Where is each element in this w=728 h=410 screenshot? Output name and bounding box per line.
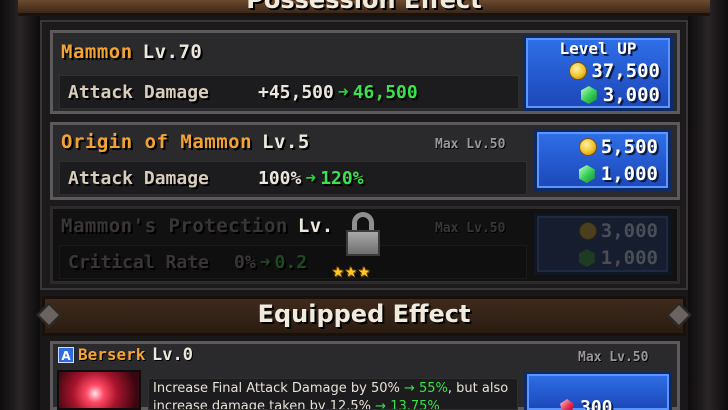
gold-cost: 37,500 [526, 60, 670, 82]
gold-coin-icon [578, 222, 597, 240]
gem-cost: 1,000 [537, 247, 668, 269]
row-title: Origin of Mammon Lv.5 [61, 131, 310, 153]
gold-cost: 5,500 [537, 136, 668, 158]
equipped-max-level: Max Lv.50 [578, 350, 649, 365]
berserk-portrait [57, 370, 141, 410]
green-gem-icon [580, 86, 597, 104]
ruby-cost: 300 [560, 397, 613, 410]
equipped-effect-level: Lv.0 [152, 345, 193, 365]
max-level-label: Max Lv.50 [435, 137, 506, 152]
equipped-description: Increase Final Attack Damage by 50% → 55… [148, 378, 518, 410]
stat-box: Critical Rate 0% ➜ 0.2 [59, 245, 527, 279]
equipped-effect-name: Berserk [78, 345, 146, 364]
arrow-right-icon: ➜ [305, 168, 317, 189]
padlock-icon [346, 212, 380, 256]
effect-name: Origin of Mammon [61, 131, 253, 153]
effect-name: Mammon [61, 41, 133, 63]
upgrade-protection-button-disabled: 3,000 1,000 [534, 213, 671, 275]
gold-coin-icon [578, 138, 597, 156]
gold-coin-icon [569, 62, 588, 80]
stat-value: 0% ➜ 0.2 [234, 252, 307, 273]
level-up-label: Level UP [559, 39, 637, 58]
unlock-stars: ★★★ [332, 258, 372, 282]
stat-current: +45,500 [258, 82, 334, 103]
arrow-right-icon: ➜ [337, 82, 349, 103]
row-title: Mammon's Protection Lv. [61, 215, 334, 237]
row-title: Mammon Lv.70 [61, 41, 202, 63]
green-gem-icon [578, 249, 595, 267]
stat-value: +45,500 ➜ 46,500 [258, 82, 418, 103]
possession-effect-title: Possession Effect [246, 0, 482, 14]
stat-current: 100% [258, 168, 302, 189]
stat-next: 0.2 [274, 252, 308, 273]
effect-level: Lv.70 [142, 41, 203, 63]
red-gem-icon [560, 399, 574, 410]
upgrade-origin-button[interactable]: 5,500 1,000 [534, 129, 671, 191]
right-frame-border [688, 0, 728, 410]
arrow-right-icon: ➜ [259, 252, 271, 273]
equipped-effect-title: Equipped Effect [257, 300, 471, 328]
grade-badge: A [58, 347, 74, 363]
gem-cost: 3,000 [526, 84, 670, 106]
stat-label: Attack Damage [68, 168, 209, 189]
stat-label: Attack Damage [68, 82, 209, 103]
green-gem-icon [578, 165, 595, 183]
gem-cost: 1,000 [537, 163, 668, 185]
max-level-label: Max Lv.50 [435, 221, 506, 236]
stat-box: Attack Damage 100% ➜ 120% [59, 161, 527, 195]
stat-next: 46,500 [352, 82, 418, 103]
gold-cost: 3,000 [537, 220, 668, 242]
effect-level: Lv.5 [262, 131, 310, 153]
stat-next: 120% [320, 168, 364, 189]
stat-value: 100% ➜ 120% [258, 168, 364, 189]
effect-name: Mammon's Protection [61, 215, 288, 237]
level-up-button[interactable]: Level UP 37,500 3,000 [523, 35, 673, 111]
stat-box: Attack Damage +45,500 ➜ 46,500 [59, 75, 519, 109]
left-frame-border [0, 0, 40, 410]
effect-level: Lv. [297, 215, 334, 237]
stat-current: 0% [234, 252, 256, 273]
stat-label: Critical Rate [68, 252, 209, 273]
